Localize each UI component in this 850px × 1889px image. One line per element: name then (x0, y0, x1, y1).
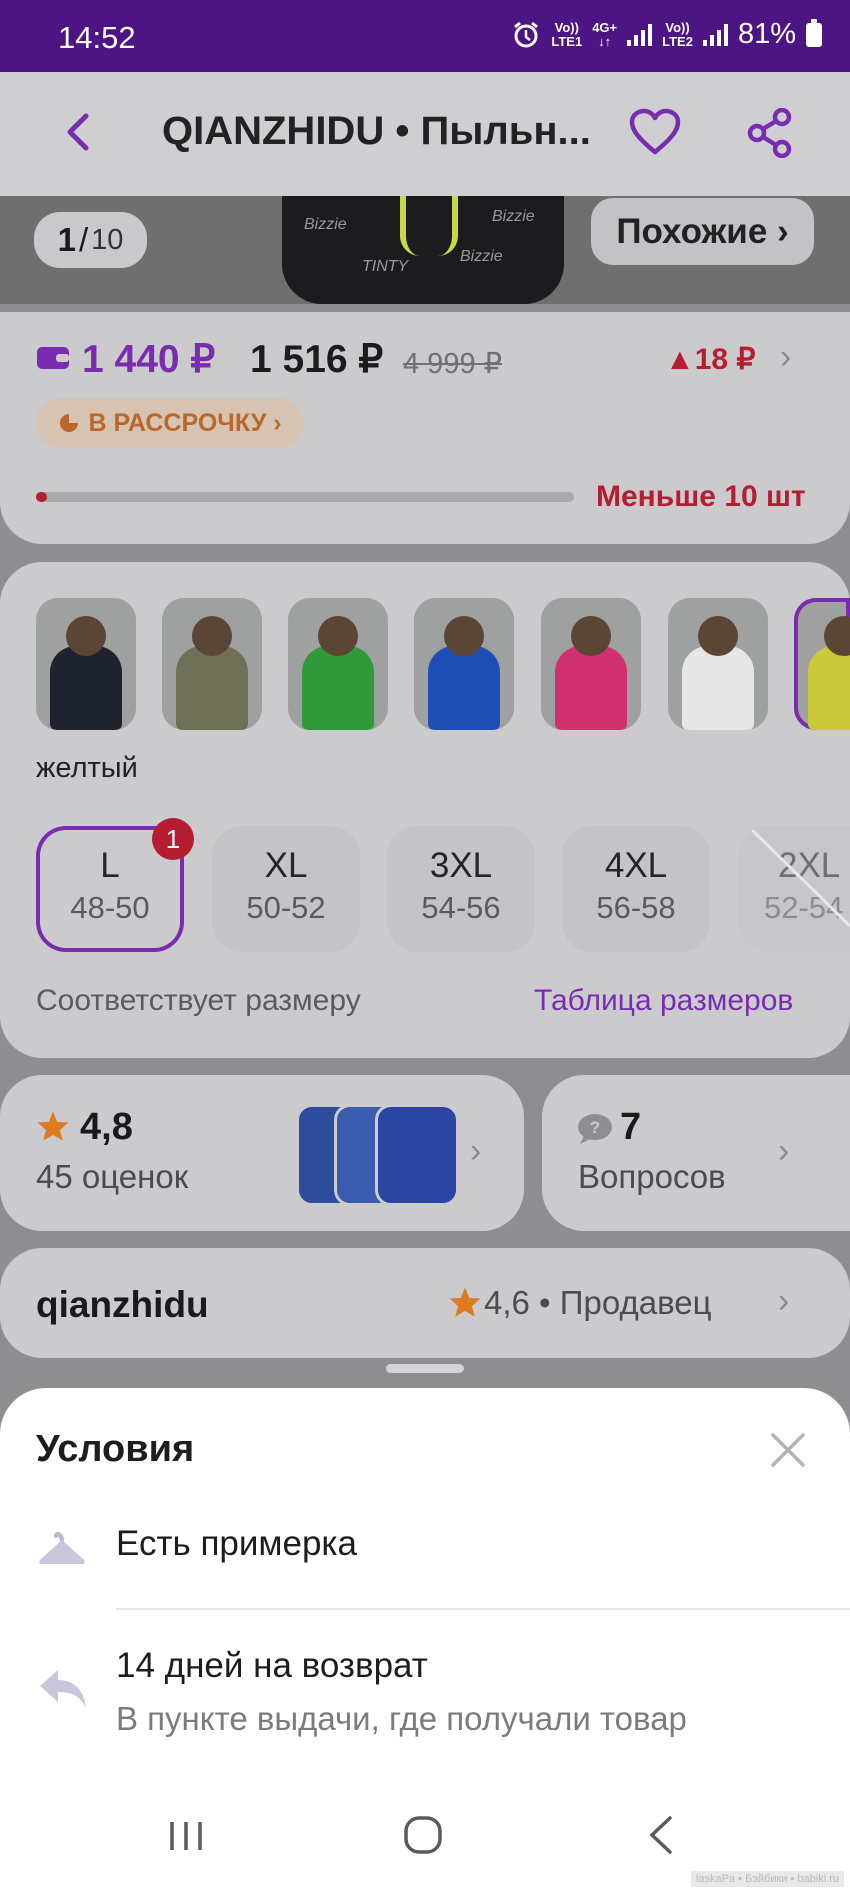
status-icons: Vo)) LTE1 4G+ ↓↑ Vo)) LTE2 81% (511, 18, 822, 51)
svg-text:?: ? (590, 1118, 600, 1137)
signal-icon (627, 23, 653, 46)
status-time: 14:52 (58, 20, 136, 55)
product-photo[interactable]: Bizzie TINTY Bizzie Bizzie 1/10 Похожие … (0, 196, 850, 304)
sheet-title: Условия (36, 1428, 195, 1470)
model-head (192, 616, 232, 656)
close-icon[interactable] (770, 1432, 806, 1468)
gallery-counter: 1/10 (34, 212, 147, 268)
star-icon (449, 1287, 481, 1317)
fit-note: Соответствует размеру (36, 984, 361, 1017)
stock-label: Меньше 10 шт (596, 480, 806, 513)
sim1-indicator: Vo)) LTE1 (551, 19, 583, 49)
signal-icon-2 (702, 23, 728, 46)
model-head (444, 616, 484, 656)
color-thumbnail-green[interactable] (288, 598, 388, 730)
pie-chart-icon (60, 414, 79, 432)
back-arrow-icon[interactable] (58, 110, 98, 154)
unavailable-strike-icon (746, 826, 850, 928)
coat-swatch (555, 646, 627, 730)
chevron-right-icon[interactable]: › (778, 1282, 789, 1321)
wallet-icon (37, 347, 69, 369)
seller-rating: 4,6 • Продавец (484, 1284, 712, 1321)
sim2-indicator: Vo)) LTE2 (662, 19, 693, 49)
page-title: QIANZHIDU • Пыльн... (162, 109, 591, 153)
heart-icon[interactable] (628, 108, 682, 156)
recent-apps-icon[interactable] (166, 1816, 206, 1856)
installment-button[interactable]: В РАССРОЧКУ › (36, 398, 304, 448)
back-nav-icon[interactable] (646, 1814, 676, 1856)
coat-swatch (302, 646, 374, 730)
return-policy-subtitle: В пункте выдачи, где получали товар (116, 1700, 687, 1737)
hanger-icon (39, 1531, 85, 1564)
rating-count: 45 оценок (36, 1158, 189, 1195)
color-thumbnail-yellow[interactable] (794, 598, 850, 730)
size-option-3xl[interactable]: 3XL 54-56 (387, 826, 535, 952)
selected-color-label: желтый (36, 752, 138, 784)
status-bar: 14:52 Vo)) LTE1 4G+ ↓↑ Vo)) LTE2 81% (0, 0, 850, 72)
seller-name: qianzhidu (36, 1284, 209, 1325)
questions-card[interactable] (542, 1075, 850, 1231)
return-arrow-icon (40, 1670, 86, 1708)
size-option-4xl[interactable]: 4XL 56-58 (562, 826, 710, 952)
questions-count: 7 (620, 1106, 642, 1148)
cart-count-badge: 1 (152, 818, 194, 860)
chevron-right-icon[interactable]: › (780, 338, 791, 377)
sheet-drag-handle[interactable] (386, 1364, 464, 1373)
color-thumbnail-pink[interactable] (541, 598, 641, 730)
wallet-price: 1 440 ₽ (82, 338, 216, 381)
size-option-xl[interactable]: XL 50-52 (212, 826, 360, 952)
coat-swatch (176, 646, 248, 730)
model-head (698, 616, 738, 656)
divider (116, 1608, 850, 1610)
old-price: 4 999 ₽ (403, 348, 503, 380)
share-icon[interactable] (746, 108, 794, 158)
battery-percent: 81% (737, 18, 796, 50)
color-thumbnail-olive[interactable] (162, 598, 262, 730)
size-table-link[interactable]: Таблица размеров (534, 984, 793, 1018)
chevron-right-icon[interactable]: › (778, 1132, 789, 1171)
stock-progress-fill (36, 492, 47, 502)
similar-button[interactable]: Похожие › (591, 198, 814, 265)
color-thumbnail-black[interactable] (36, 598, 136, 730)
color-thumbnail-white[interactable] (668, 598, 768, 730)
coat-swatch (808, 646, 850, 730)
coat-swatch (50, 646, 122, 730)
return-policy-title: 14 дней на возврат (116, 1646, 428, 1685)
jacket-image: Bizzie TINTY Bizzie Bizzie (282, 196, 564, 304)
price-change[interactable]: ▲18 ₽ (665, 342, 755, 377)
color-thumbnail-blue[interactable] (414, 598, 514, 730)
stock-progress-bar (36, 492, 574, 502)
questions-label: Вопросов (578, 1158, 726, 1195)
size-option-2xl[interactable]: 2XL 52-54 (738, 826, 850, 952)
question-bubble-icon: ? (578, 1114, 612, 1144)
model-head (571, 616, 611, 656)
conditions-sheet: Условия Есть примерка 14 дней на возврат… (0, 1388, 850, 1889)
coat-swatch (428, 646, 500, 730)
watermark: laskaPa • Бэйбики • babiki.ru (690, 1871, 844, 1887)
product-header: QIANZHIDU • Пыльн... (0, 72, 850, 196)
star-icon (37, 1111, 69, 1141)
chevron-right-icon[interactable]: › (470, 1132, 481, 1171)
review-photo (375, 1104, 459, 1206)
regular-price: 1 516 ₽ (250, 338, 384, 381)
rating-value: 4,8 (80, 1106, 133, 1148)
battery-icon (806, 18, 822, 47)
coat-swatch (682, 646, 754, 730)
model-head (318, 616, 358, 656)
home-icon[interactable] (402, 1814, 444, 1856)
model-head (66, 616, 106, 656)
data-indicator: 4G+ ↓↑ (592, 19, 618, 49)
fitting-available: Есть примерка (116, 1524, 357, 1563)
alarm-icon (514, 21, 539, 47)
